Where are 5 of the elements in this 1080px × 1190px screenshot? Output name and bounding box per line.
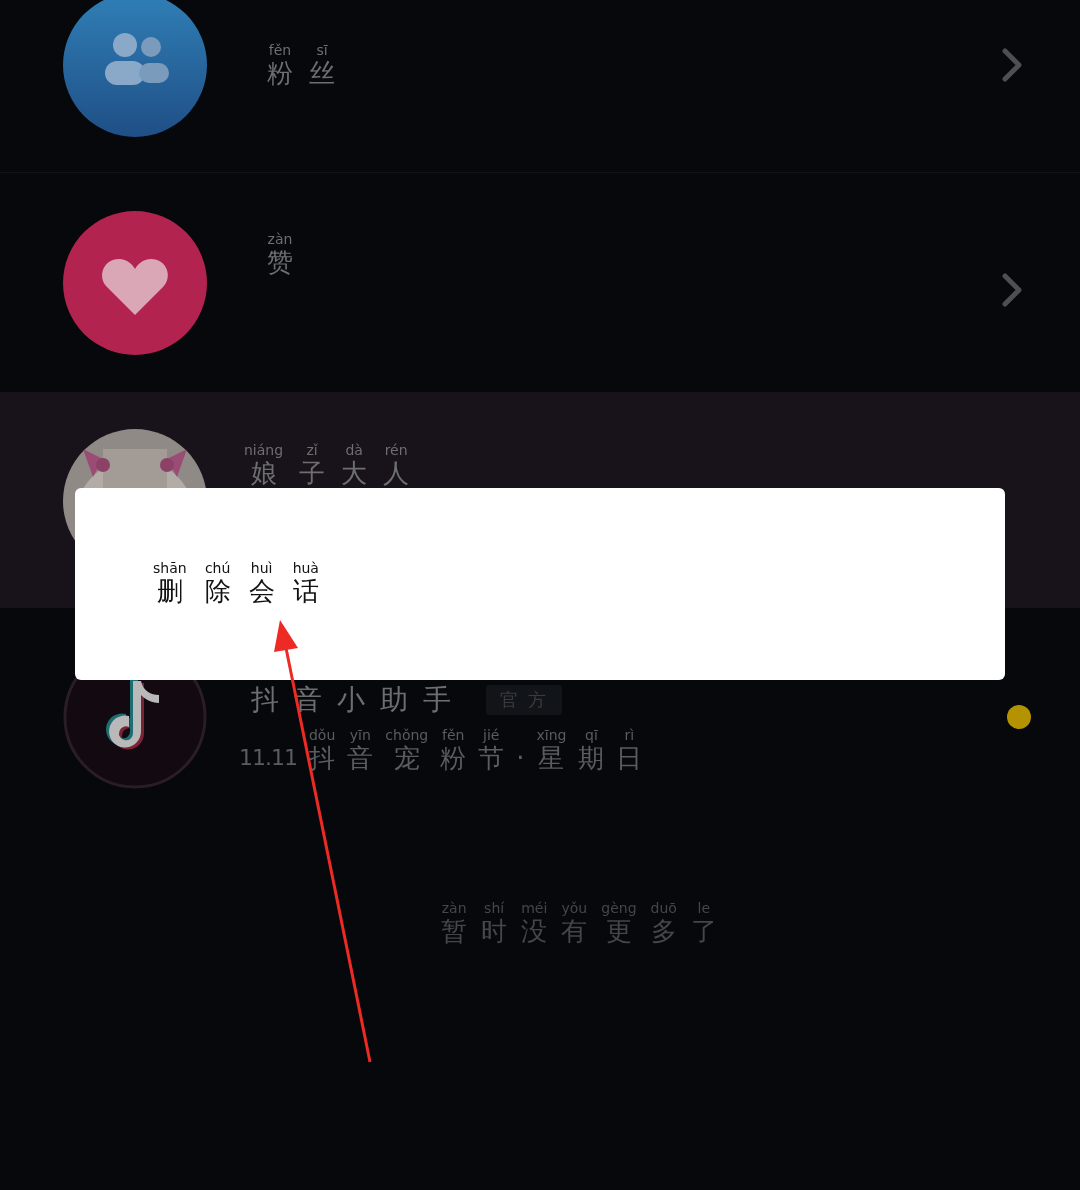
contact-name: niáng 娘 zǐ 子 dà 大 rén 人	[244, 442, 410, 488]
likes-label: zàn 赞	[267, 231, 293, 277]
fans-label: fěn 粉 sī 丝	[267, 42, 335, 88]
empty-note: zàn 暂 shí 时 méi 没 yǒu 有 gèng 更 duō 多 le 了	[441, 900, 717, 946]
message-preview: 11.11 dǒu 抖 yīn 音 chǒng 宠 fěn 粉 jié 节 · xīng 星 qī 期 rì 日	[239, 727, 643, 773]
